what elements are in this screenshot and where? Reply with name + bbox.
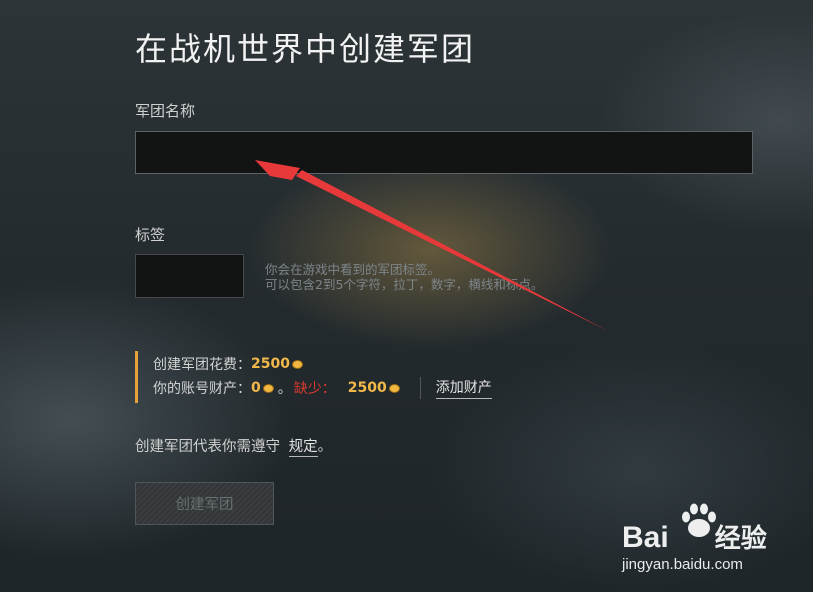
watermark-logo-suffix: 经验 (714, 523, 767, 553)
watermark-logo: Bai 经验 (622, 518, 767, 555)
watermark-logo-text: Bai (622, 521, 669, 554)
baidu-watermark: Bai 经验 jingyan.baidu.com (622, 500, 792, 580)
annotation-arrow-head (255, 160, 300, 180)
watermark-url: jingyan.baidu.com (622, 556, 743, 573)
annotation-arrow-shaft (296, 170, 608, 331)
